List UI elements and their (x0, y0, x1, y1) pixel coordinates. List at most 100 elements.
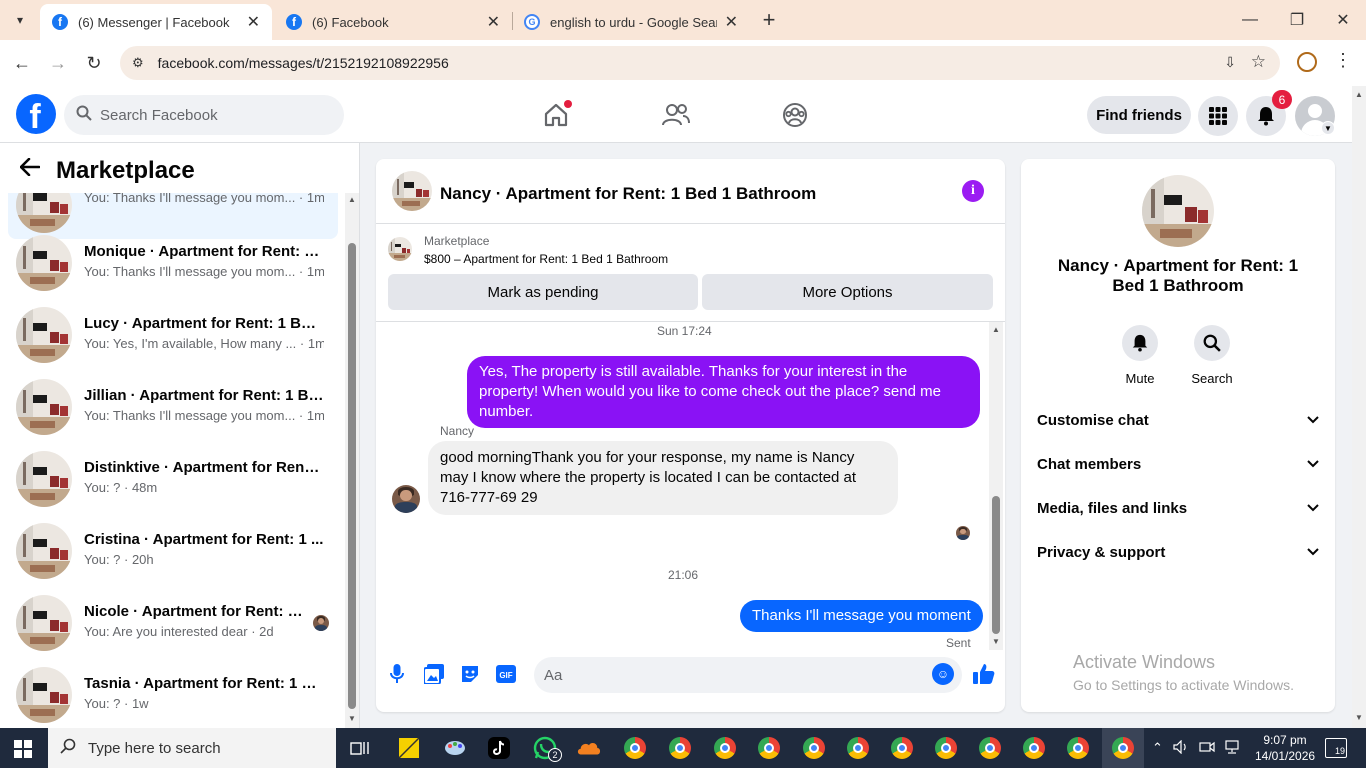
chrome-icon[interactable] (1022, 736, 1046, 760)
tab-search-chevron-icon[interactable]: ▾ (8, 8, 32, 32)
network-icon[interactable] (1224, 740, 1240, 757)
forward-icon[interactable]: → (46, 51, 70, 75)
reload-icon[interactable]: ↻ (82, 51, 106, 75)
privacy-support-section[interactable]: Privacy & support (1037, 532, 1319, 572)
search-input[interactable] (100, 106, 320, 124)
chrome-icon[interactable] (978, 736, 1002, 760)
groups-icon[interactable] (780, 100, 810, 130)
conversation-item[interactable]: Lucy · Apartment for Rent: 1 Bed... You:… (8, 301, 338, 369)
more-options-button[interactable]: More Options (702, 274, 993, 310)
taskbar-search-input[interactable] (88, 739, 328, 757)
chrome-icon[interactable] (846, 736, 870, 760)
message-input[interactable] (534, 657, 962, 693)
emoji-icon[interactable]: ☺ (932, 663, 954, 685)
facebook-logo-icon[interactable]: f (16, 94, 56, 134)
sidebar-scroll-thumb[interactable] (348, 243, 356, 709)
close-window-icon[interactable]: ✕ (1331, 8, 1355, 32)
chrome-icon[interactable] (668, 736, 692, 760)
taskbar-search[interactable] (48, 728, 336, 768)
details-avatar[interactable] (1142, 175, 1214, 247)
chat-members-section[interactable]: Chat members (1037, 444, 1319, 484)
close-tab-icon[interactable]: ✕ (487, 12, 500, 32)
svg-text:GIF: GIF (499, 671, 512, 680)
task-view-icon[interactable] (348, 736, 372, 760)
chrome-icon[interactable] (623, 736, 647, 760)
menu-grid-icon[interactable] (1198, 96, 1238, 136)
photo-icon[interactable] (423, 663, 445, 685)
media-files-links-section[interactable]: Media, files and links (1037, 488, 1319, 528)
outgoing-message[interactable]: Yes, The property is still available. Th… (467, 356, 980, 428)
tab-google[interactable]: G english to urdu - Google Search ✕ (512, 4, 750, 40)
back-arrow-icon[interactable] (19, 157, 41, 182)
gif-icon[interactable]: GIF (495, 663, 517, 685)
chrome-profile-icon[interactable] (1297, 52, 1317, 72)
windows-start-icon[interactable] (14, 740, 32, 758)
conversation-item[interactable]: Jillian · Apartment for Rent: 1 Be... Yo… (8, 373, 338, 441)
action-center-icon[interactable]: 19 (1325, 738, 1347, 758)
chrome-icon[interactable] (713, 736, 737, 760)
scroll-up-arrow-icon[interactable]: ▲ (990, 325, 1002, 334)
facebook-search[interactable] (64, 95, 344, 135)
chrome-icon[interactable] (934, 736, 958, 760)
conversation-item[interactable]: Tasnia · Apartment for Rent: 1 B... You:… (8, 661, 338, 728)
mute-button[interactable]: Mute (1110, 325, 1170, 386)
tab-messenger[interactable]: f (6) Messenger | Facebook ✕ (40, 4, 272, 40)
install-app-icon[interactable]: ⇩ (1224, 54, 1236, 71)
facebook-favicon-icon: f (286, 14, 302, 30)
chrome-icon[interactable] (890, 736, 914, 760)
conversation-item[interactable]: Cristina · Apartment for Rent: 1 ... You… (8, 517, 338, 585)
scroll-up-arrow-icon[interactable]: ▲ (346, 195, 358, 204)
friends-icon[interactable] (661, 100, 691, 130)
sender-avatar[interactable] (392, 485, 420, 513)
scroll-up-arrow-icon[interactable]: ▲ (1353, 90, 1365, 99)
search-icon (76, 105, 92, 125)
tiktok-icon[interactable] (487, 736, 511, 760)
conversation-item[interactable]: Nicole · Apartment for Rent: 1... You: A… (8, 589, 338, 657)
chrome-icon[interactable] (757, 736, 781, 760)
customise-chat-section[interactable]: Customise chat (1037, 400, 1319, 440)
sticker-icon[interactable] (459, 663, 481, 685)
sidebar-title: Marketplace (56, 157, 195, 184)
minimize-icon[interactable]: — (1238, 8, 1262, 32)
listing-thumbnail[interactable] (388, 237, 412, 261)
close-tab-icon[interactable]: ✕ (247, 12, 260, 32)
info-icon[interactable]: i (962, 180, 984, 202)
mark-as-pending-button[interactable]: Mark as pending (388, 274, 698, 310)
new-tab-plus-icon[interactable]: + (758, 7, 780, 32)
chrome-icon[interactable] (1111, 736, 1135, 760)
outgoing-message[interactable]: Thanks I'll message you moment (740, 600, 983, 632)
volume-icon[interactable] (1173, 739, 1189, 757)
show-hidden-icons-chevron-icon[interactable]: ⌃ (1152, 740, 1163, 756)
incoming-message[interactable]: good morningThank you for your response,… (428, 441, 898, 515)
conversation-item[interactable]: Monique · Apartment for Rent: 1... You: … (8, 229, 338, 297)
bookmark-star-icon[interactable]: ☆ (1251, 52, 1266, 72)
scroll-down-arrow-icon[interactable]: ▼ (346, 714, 358, 723)
page-scrollbar[interactable] (1352, 86, 1366, 728)
system-clock[interactable]: 9:07 pm 14/01/2026 (1255, 732, 1315, 764)
chrome-menu-icon[interactable]: ⋮ (1334, 50, 1352, 71)
chrome-icon[interactable] (1066, 736, 1090, 760)
find-friends-button[interactable]: Find friends (1087, 96, 1191, 134)
microphone-icon[interactable] (386, 663, 408, 685)
chat-title[interactable]: Nancy · Apartment for Rent: 1 Bed 1 Bath… (440, 184, 816, 204)
chat-thumbnail[interactable] (392, 171, 432, 211)
address-bar[interactable]: ⚙ facebook.com/messages/t/21521921089229… (120, 46, 1280, 80)
meet-now-icon[interactable] (1199, 740, 1215, 757)
cloud-app-icon[interactable] (577, 736, 601, 760)
sticky-notes-icon[interactable] (397, 736, 421, 760)
back-icon[interactable]: ← (10, 51, 34, 75)
search-conversation-button[interactable]: Search (1182, 325, 1242, 386)
tab-facebook[interactable]: f (6) Facebook ✕ (274, 4, 512, 40)
account-chevron-down-icon[interactable]: ▼ (1321, 121, 1335, 135)
scroll-down-arrow-icon[interactable]: ▼ (1353, 713, 1365, 722)
scroll-down-arrow-icon[interactable]: ▼ (990, 637, 1002, 646)
conversation-item[interactable]: Distinktive · Apartment for Rent:... You… (8, 445, 338, 513)
paint-icon[interactable] (443, 736, 467, 760)
thumbs-up-icon[interactable] (971, 661, 997, 687)
chrome-icon[interactable] (802, 736, 826, 760)
close-tab-icon[interactable]: ✕ (725, 12, 738, 32)
restore-icon[interactable]: ❐ (1285, 8, 1309, 32)
listing-title[interactable]: $800 – Apartment for Rent: 1 Bed 1 Bathr… (424, 252, 668, 266)
chat-scroll-thumb[interactable] (992, 496, 1000, 634)
site-settings-icon[interactable]: ⚙ (132, 55, 144, 71)
